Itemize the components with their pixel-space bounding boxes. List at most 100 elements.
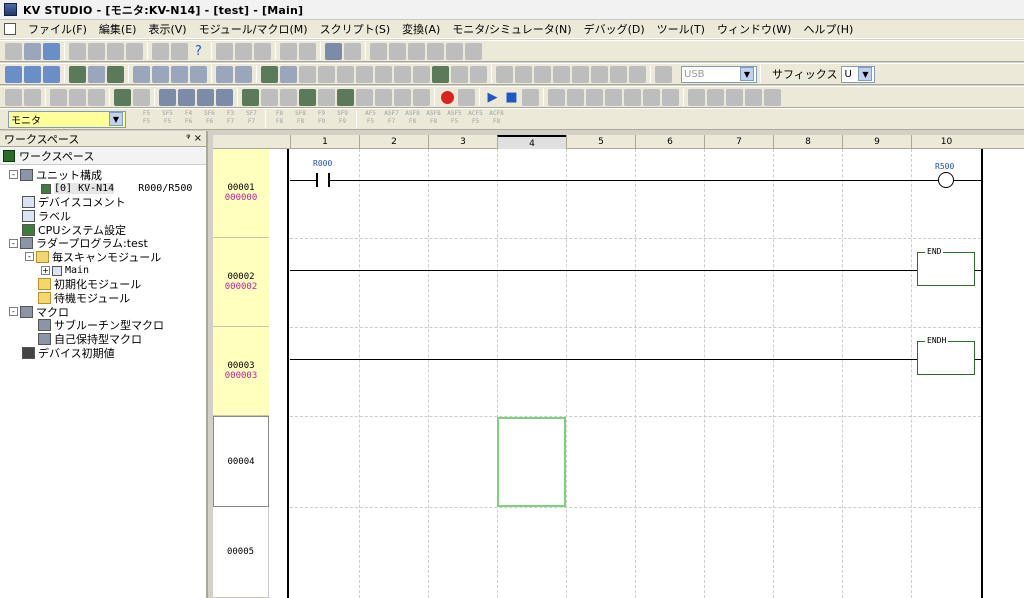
tool-icon[interactable] <box>197 88 214 106</box>
zoom-in-icon[interactable] <box>5 65 22 83</box>
tool-icon[interactable] <box>408 42 425 60</box>
suffix-select[interactable]: U ▼ <box>841 65 876 83</box>
tool-icon[interactable] <box>50 88 67 106</box>
tool-icon[interactable] <box>216 88 233 106</box>
tool-icon[interactable] <box>764 88 781 106</box>
tool-icon[interactable] <box>280 88 297 106</box>
chevron-down-icon[interactable]: ▼ <box>109 112 123 126</box>
module-icon[interactable] <box>261 65 278 83</box>
tool-icon[interactable] <box>427 42 444 60</box>
view-icon[interactable] <box>190 65 207 83</box>
zoom-out-icon[interactable] <box>24 65 41 83</box>
rung-header[interactable]: 00004 <box>213 416 269 507</box>
tool-icon[interactable] <box>299 88 316 106</box>
menu-convert[interactable]: 変換(A) <box>396 21 446 37</box>
rung-header[interactable]: 00001 000000 <box>213 149 269 238</box>
rung-header[interactable]: 00002 000002 <box>213 238 269 327</box>
new-file-icon[interactable] <box>5 42 22 60</box>
menu-debug[interactable]: デバッグ(D) <box>578 21 651 37</box>
read-icon[interactable] <box>107 42 124 60</box>
menu-tools[interactable]: ツール(T) <box>651 21 711 37</box>
collapse-icon[interactable]: - <box>9 170 18 180</box>
module-icon[interactable] <box>432 65 449 83</box>
tool-icon[interactable] <box>242 88 259 106</box>
copy-icon[interactable] <box>235 42 252 60</box>
module-icon[interactable] <box>375 65 392 83</box>
step-icon[interactable] <box>624 88 641 106</box>
expand-icon[interactable]: + <box>41 266 50 276</box>
tool-icon[interactable] <box>133 88 150 106</box>
module-icon[interactable] <box>515 65 532 83</box>
cut-icon[interactable] <box>216 42 233 60</box>
fkey-button[interactable]: F3 F7 <box>221 110 240 128</box>
tool-icon[interactable] <box>726 88 743 106</box>
transfer-icon[interactable] <box>88 42 105 60</box>
fkey-button[interactable]: AF5 F5 <box>361 110 380 128</box>
tool-icon[interactable] <box>370 42 387 60</box>
view-icon[interactable] <box>235 65 252 83</box>
module-icon[interactable] <box>356 65 373 83</box>
step-icon[interactable] <box>548 88 565 106</box>
stop-icon[interactable]: ■ <box>503 89 520 106</box>
tool-icon[interactable] <box>337 88 354 106</box>
tool-icon[interactable] <box>356 88 373 106</box>
fkey-button[interactable]: ASF7 F7 <box>382 110 401 128</box>
tree-item-device-initial-value[interactable]: デバイス初期値 <box>0 346 206 360</box>
fkey-button[interactable]: ASF8 F8 <box>403 110 422 128</box>
tree-item-every-scan-module[interactable]: - 毎スキャンモジュール <box>0 250 206 264</box>
stop-record-icon[interactable] <box>441 90 454 104</box>
tool-icon[interactable] <box>446 42 463 60</box>
module-icon[interactable] <box>337 65 354 83</box>
tool-icon[interactable] <box>69 88 86 106</box>
step-icon[interactable] <box>662 88 679 106</box>
view-icon[interactable] <box>171 65 188 83</box>
tree-item-unit-config[interactable]: - ユニット構成 <box>0 168 206 182</box>
tool-icon[interactable] <box>88 88 105 106</box>
menu-edit[interactable]: 編集(E) <box>93 21 143 37</box>
replace-icon[interactable] <box>344 42 361 60</box>
module-icon[interactable] <box>534 65 551 83</box>
collapse-icon[interactable]: - <box>9 238 18 248</box>
endh-instruction-box[interactable] <box>917 341 975 375</box>
workspace-tab[interactable]: ワークスペース <box>0 147 206 165</box>
menu-help[interactable]: ヘルプ(H) <box>797 21 859 37</box>
step-icon[interactable] <box>605 88 622 106</box>
step-icon[interactable] <box>643 88 660 106</box>
chevron-down-icon[interactable]: ▼ <box>740 67 754 81</box>
view-icon[interactable] <box>107 65 124 83</box>
module-icon[interactable] <box>572 65 589 83</box>
module-icon[interactable] <box>394 65 411 83</box>
connection-select[interactable]: USB ▼ <box>681 65 757 83</box>
module-icon[interactable] <box>629 65 646 83</box>
menu-monitor-simulator[interactable]: モニタ/シミュレータ(N) <box>446 21 577 37</box>
module-icon[interactable] <box>470 65 487 83</box>
step-icon[interactable] <box>567 88 584 106</box>
tool-icon[interactable] <box>24 88 41 106</box>
tool-icon[interactable] <box>394 88 411 106</box>
fkey-button[interactable]: ACF5 F5 <box>466 110 485 128</box>
fkey-button[interactable]: SF6 F6 <box>200 110 219 128</box>
mode-select[interactable]: モニタ ▼ <box>8 110 126 128</box>
fkey-button[interactable]: F5 F5 <box>137 110 156 128</box>
menu-script[interactable]: スクリプト(S) <box>314 21 397 37</box>
tool-icon[interactable] <box>413 88 430 106</box>
tool-icon[interactable] <box>318 88 335 106</box>
pause-icon[interactable] <box>522 88 539 106</box>
save-icon[interactable] <box>43 42 60 60</box>
end-instruction-box[interactable] <box>917 252 975 286</box>
module-icon[interactable] <box>318 65 335 83</box>
tool-icon[interactable] <box>159 88 176 106</box>
help-icon[interactable]: ? <box>190 43 207 60</box>
fkey-button[interactable]: F4 F6 <box>179 110 198 128</box>
fkey-button[interactable]: SF7 F7 <box>242 110 261 128</box>
view-icon[interactable] <box>133 65 150 83</box>
find-icon[interactable] <box>325 42 342 60</box>
module-icon[interactable] <box>496 65 513 83</box>
run-icon[interactable]: ▶ <box>484 89 501 106</box>
fkey-button[interactable]: SF5 F5 <box>158 110 177 128</box>
document-icon[interactable] <box>4 23 16 35</box>
tool-icon[interactable] <box>389 42 406 60</box>
tree-item-device-comment[interactable]: デバイスコメント <box>0 195 206 209</box>
view-icon[interactable] <box>216 65 233 83</box>
editor-cursor[interactable] <box>497 417 566 507</box>
